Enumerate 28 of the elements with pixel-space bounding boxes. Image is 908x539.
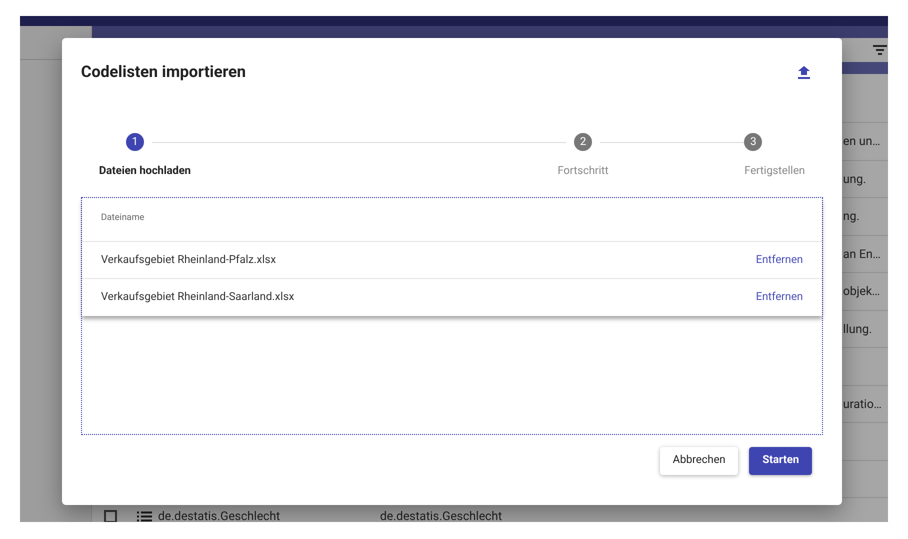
cancel-button[interactable]: Abbrechen <box>660 446 738 474</box>
table-cell: en un… <box>843 134 880 148</box>
filter-icon[interactable] <box>873 44 887 56</box>
upload-icon[interactable] <box>798 66 810 78</box>
table-cell: llung. <box>843 322 872 336</box>
remove-link[interactable]: Entfernen <box>756 289 803 306</box>
table-cell: objek… <box>843 284 880 298</box>
table-cell: ng. <box>843 209 860 224</box>
step-number: 2 <box>574 133 592 151</box>
table-cell: uratio… <box>843 396 882 411</box>
drop-zone[interactable]: Dateiname Verkaufsgebiet Rheinland-Pfalz.xlsx Entfernen Verkaufsgebiet Rheinland-Saarland.xlsx Entfernen <box>81 196 823 434</box>
step-label: Fortschritt <box>558 163 608 179</box>
table-cell-text: de.destatis.Geschlecht <box>158 508 280 522</box>
table-cell: an En… <box>843 246 881 261</box>
table-cell: de.destatis.Geschlecht <box>380 509 502 522</box>
row-checkbox[interactable] <box>104 510 117 522</box>
remove-link[interactable]: Entfernen <box>756 252 803 268</box>
start-button[interactable]: Starten <box>749 446 812 474</box>
dialog-title: Codelisten importieren <box>81 61 246 83</box>
step-number: 3 <box>744 133 762 151</box>
step-label: Dateien hochladen <box>99 163 191 179</box>
column-header: Dateiname <box>101 212 144 226</box>
list-icon <box>137 510 152 522</box>
table-cell: ung. <box>843 172 866 186</box>
file-name: Verkaufsgebiet Rheinland-Pfalz.xlsx <box>101 252 276 268</box>
file-name: Verkaufsgebiet Rheinland-Saarland.xlsx <box>101 289 294 305</box>
step-label: Fertigstellen <box>744 163 805 179</box>
step-number: 1 <box>126 133 144 151</box>
